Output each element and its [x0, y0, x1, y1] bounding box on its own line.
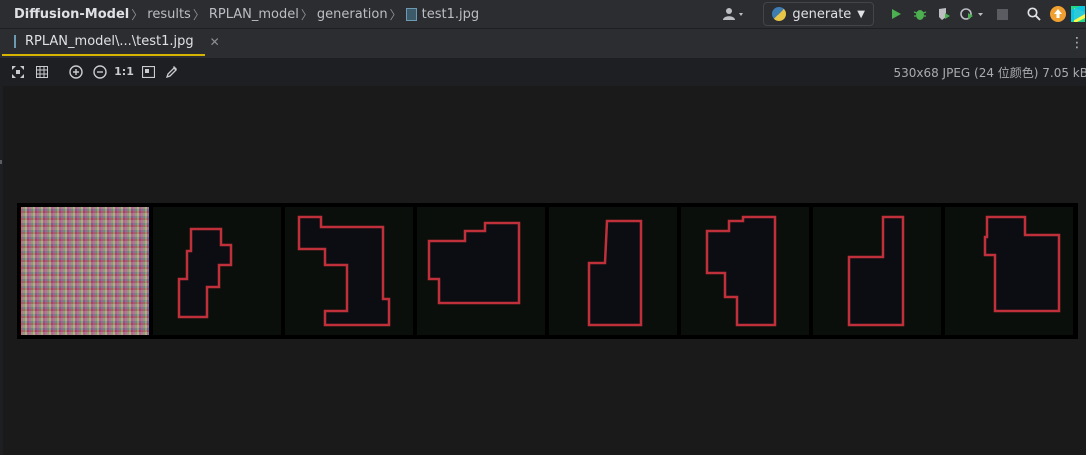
run-configuration-selector[interactable]: generate ▼: [763, 2, 874, 26]
tab-label: RPLAN_model\...\test1.jpg: [25, 34, 194, 49]
pycharm-logo-icon: [1071, 6, 1085, 22]
profiler-icon: [960, 8, 983, 20]
stop-icon: [996, 8, 1008, 20]
ide-logo-button[interactable]: [1070, 2, 1086, 26]
search-everywhere-button[interactable]: [1022, 2, 1046, 26]
breadcrumb-separator-icon: 〉: [131, 7, 144, 22]
floorplan-outline: [847, 215, 905, 327]
breadcrumb-item-project[interactable]: Diffusion-Model: [14, 7, 129, 22]
breadcrumb-separator-icon: 〉: [389, 7, 402, 22]
floorplan-outline: [427, 221, 521, 305]
floorplan-panel: [285, 207, 413, 335]
floorplan-panel: [813, 207, 941, 335]
fit-to-window-button[interactable]: [6, 61, 30, 83]
expand-arrows-icon: [12, 65, 24, 78]
breadcrumb-item-rplan-model[interactable]: RPLAN_model: [209, 7, 299, 22]
grid-toggle-button[interactable]: [30, 61, 54, 83]
shield-run-icon: [939, 8, 950, 20]
python-icon: [772, 7, 787, 21]
update-arrow-icon: [1050, 6, 1066, 22]
tab-test1-jpg[interactable]: RPLAN_model\...\test1.jpg ✕: [2, 29, 220, 56]
zoom-in-button[interactable]: [64, 61, 88, 83]
zoom-out-button[interactable]: [88, 61, 112, 83]
zoom-out-icon: [93, 64, 107, 79]
stop-button[interactable]: [990, 2, 1014, 26]
actual-size-button[interactable]: 1:1: [112, 61, 136, 83]
noise-texture: [21, 207, 149, 335]
gutter-marker: [0, 160, 2, 164]
eyedropper-icon: [166, 66, 177, 78]
color-picker-button[interactable]: [160, 61, 184, 83]
play-icon: [892, 9, 901, 19]
zoom-in-icon: [69, 64, 83, 79]
bug-icon: [913, 10, 927, 20]
profile-button[interactable]: [956, 2, 990, 26]
coverage-button[interactable]: [932, 2, 956, 26]
actual-size-label: 1:1: [114, 65, 134, 78]
image-background-icon: [141, 65, 155, 78]
image-viewer-toolbar: 1:1 530x68 JPEG (24 位颜色) 7.05 kB: [0, 58, 1086, 85]
breadcrumb-separator-icon: 〉: [300, 7, 313, 22]
breadcrumb-separator-icon: 〉: [192, 7, 205, 22]
floorplan-panel: [681, 207, 809, 335]
run-button[interactable]: [884, 2, 908, 26]
floorplan-panel: [153, 207, 281, 335]
floorplan-panel: [417, 207, 545, 335]
floorplan-outline: [705, 215, 777, 327]
breadcrumb: Diffusion-Model 〉 results 〉 RPLAN_model …: [0, 6, 479, 23]
grid-icon: [36, 65, 48, 78]
close-icon[interactable]: ✕: [210, 35, 220, 49]
search-icon: [1027, 7, 1041, 21]
floorplan-outline: [177, 227, 233, 319]
chevron-down-icon: ▼: [857, 8, 865, 20]
run-configuration-label: generate: [792, 6, 852, 22]
floorplan-outline: [297, 215, 391, 327]
updates-button[interactable]: [1046, 2, 1070, 26]
image-file-icon: [405, 7, 417, 21]
noise-panel: [21, 207, 149, 335]
breadcrumb-item-generation[interactable]: generation: [317, 7, 388, 22]
floorplan-panel: [945, 207, 1073, 335]
image-file-icon: [14, 35, 16, 48]
user-icon: [723, 8, 744, 20]
floorplan-panel: [549, 207, 677, 335]
floorplan-outline: [983, 215, 1061, 313]
image-info-label: 530x68 JPEG (24 位颜色) 7.05 kB: [893, 66, 1086, 80]
debug-button[interactable]: [908, 2, 932, 26]
breadcrumb-item-file[interactable]: test1.jpg: [422, 7, 479, 22]
navigation-bar: Diffusion-Model 〉 results 〉 RPLAN_model …: [0, 0, 1086, 28]
breadcrumb-item-results[interactable]: results: [147, 7, 191, 22]
floorplan-outline: [587, 219, 643, 327]
image-preview: [17, 203, 1078, 339]
background-toggle-button[interactable]: [136, 61, 160, 83]
more-options-icon[interactable]: ⋮: [1070, 35, 1084, 51]
account-button[interactable]: [719, 4, 749, 24]
toolbar-right: generate ▼: [719, 0, 1086, 28]
editor-tab-bar: RPLAN_model\...\test1.jpg ✕ ⋮: [0, 28, 1086, 58]
